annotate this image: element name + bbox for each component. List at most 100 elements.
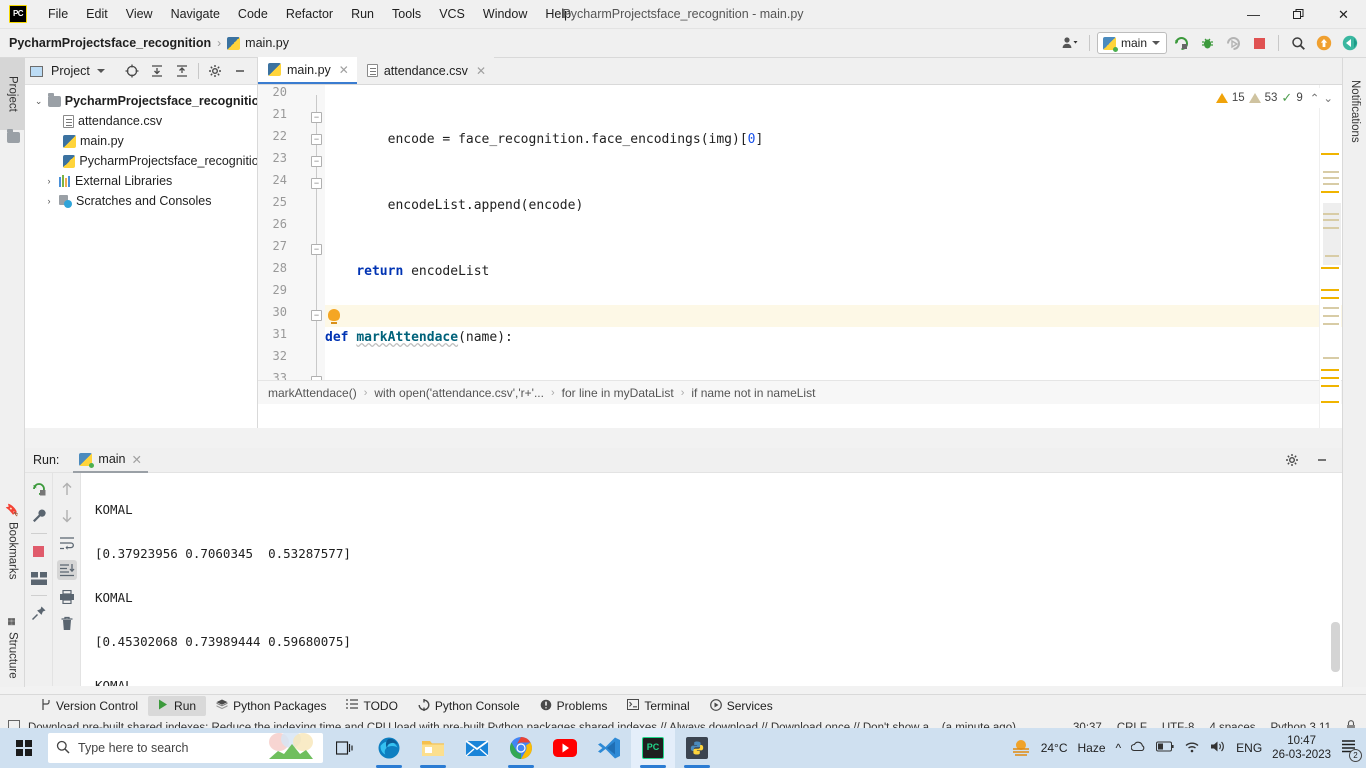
console-output[interactable]: KOMAL [0.37923956 0.7060345 0.53287577] … (81, 473, 1342, 686)
hide-panel-icon[interactable] (1310, 449, 1334, 471)
fold-marker[interactable]: − (311, 244, 322, 255)
fold-marker[interactable]: − (311, 156, 322, 167)
console-scrollbar[interactable] (1331, 622, 1340, 672)
tool-tab-terminal[interactable]: Terminal (617, 696, 699, 716)
rerun-icon[interactable] (29, 479, 49, 499)
down-arrow-icon[interactable] (57, 506, 77, 526)
fold-marker[interactable]: − (311, 134, 322, 145)
close-icon[interactable]: ✕ (132, 452, 142, 467)
scroll-to-end-icon[interactable] (56, 560, 77, 580)
tree-item-project-root[interactable]: ⌄ PycharmProjectsface_recognition (25, 91, 257, 111)
tree-item-project-py[interactable]: PycharmProjectsface_recognition (25, 151, 257, 171)
chevron-down-icon[interactable]: ⌄ (33, 96, 44, 107)
pycharm-icon[interactable]: PC (631, 728, 675, 768)
sidebar-tab-notifications[interactable]: Notifications (1343, 64, 1366, 158)
search-input[interactable]: Type here to search (48, 733, 323, 763)
vscode-icon[interactable] (587, 728, 631, 768)
battery-icon[interactable] (1156, 741, 1174, 755)
edge-icon[interactable] (367, 728, 411, 768)
windows-start-icon[interactable] (0, 728, 48, 768)
sidebar-tab-bookmarks[interactable]: 🔖 Bookmarks (0, 498, 25, 584)
breadcrumb-item-3[interactable]: if name not in nameList (691, 386, 815, 400)
expand-all-icon[interactable] (145, 60, 169, 82)
sidebar-tab-project[interactable]: Project (0, 58, 25, 130)
breadcrumb-item-0[interactable]: markAttendace() (268, 386, 357, 400)
weather-temperature[interactable]: 24°C (1041, 741, 1068, 755)
search-icon[interactable] (1286, 32, 1310, 54)
menu-view[interactable]: View (117, 3, 162, 25)
menu-refactor[interactable]: Refactor (277, 3, 342, 25)
chevron-down-icon[interactable] (96, 69, 105, 73)
tree-item-scratches[interactable]: › Scratches and Consoles (25, 191, 257, 211)
wrench-icon[interactable] (29, 506, 49, 526)
fold-marker[interactable]: − (311, 178, 322, 189)
run-tab-main[interactable]: main ✕ (73, 448, 148, 473)
close-button[interactable]: ✕ (1321, 0, 1366, 29)
volume-icon[interactable] (1210, 740, 1226, 756)
clock[interactable]: 10:47 26-03-2023 (1272, 734, 1331, 762)
select-opened-file-icon[interactable] (120, 60, 144, 82)
editor-gutter[interactable]: 20 21 22 23 24 25 26 27 28 29 30 31 32 3… (258, 85, 340, 404)
menu-help[interactable]: Help (536, 3, 580, 25)
chrome-icon[interactable] (499, 728, 543, 768)
editor-tab-attendance-csv[interactable]: attendance.csv ✕ (356, 57, 494, 84)
menu-vcs[interactable]: VCS (430, 3, 474, 25)
run-coverage-icon[interactable] (1221, 32, 1245, 54)
chevron-right-icon[interactable]: › (43, 176, 55, 186)
menu-edit[interactable]: Edit (77, 3, 117, 25)
inspection-widget[interactable]: 15 53 ✓ 9 ⌃ ⌄ (1212, 88, 1336, 108)
gear-icon[interactable] (1280, 449, 1304, 471)
menu-tools[interactable]: Tools (383, 3, 430, 25)
breadcrumb-project-root[interactable]: PycharmProjectsface_recognition (9, 36, 211, 50)
stop-icon[interactable] (1247, 32, 1271, 54)
editor-marker-strip[interactable] (1319, 85, 1341, 428)
print-icon[interactable] (57, 587, 77, 607)
language-indicator[interactable]: ENG (1236, 741, 1262, 755)
tree-item-external-libraries[interactable]: › External Libraries (25, 171, 257, 191)
breadcrumb-file[interactable]: main.py (227, 36, 289, 50)
menu-file[interactable]: File (39, 3, 77, 25)
ide-feature-icon[interactable] (1338, 32, 1362, 54)
run-configuration-selector[interactable]: main (1096, 32, 1167, 54)
tool-tab-services[interactable]: Services (700, 696, 783, 717)
menu-run[interactable]: Run (342, 3, 383, 25)
previous-problem-icon[interactable]: ⌃ (1310, 91, 1320, 105)
tool-tab-version-control[interactable]: Version Control (30, 695, 148, 717)
python-icon[interactable] (675, 728, 719, 768)
tool-tab-python-packages[interactable]: Python Packages (206, 696, 336, 717)
tool-tab-run[interactable]: Run (148, 696, 207, 716)
tool-tab-problems[interactable]: Problems (530, 696, 618, 717)
hide-panel-icon[interactable] (228, 60, 252, 82)
tool-tab-todo[interactable]: TODO (336, 696, 407, 716)
next-problem-icon[interactable]: ⌄ (1323, 91, 1333, 105)
debug-icon[interactable] (1195, 32, 1219, 54)
fold-marker[interactable]: − (311, 112, 322, 123)
update-icon[interactable] (1312, 32, 1336, 54)
run-icon[interactable] (1169, 32, 1193, 54)
onedrive-icon[interactable] (1130, 740, 1146, 757)
gear-icon[interactable] (203, 60, 227, 82)
fold-marker[interactable]: − (311, 310, 322, 321)
sidebar-tab-structure[interactable]: ▦ Structure (0, 603, 25, 693)
breadcrumb-item-1[interactable]: with open('attendance.csv','r+'... (374, 386, 544, 400)
tool-tab-python-console[interactable]: Python Console (408, 696, 530, 717)
wifi-icon[interactable] (1184, 740, 1200, 756)
stop-icon[interactable] (29, 541, 49, 561)
pin-icon[interactable] (29, 603, 49, 623)
menu-window[interactable]: Window (474, 3, 536, 25)
file-explorer-icon[interactable] (411, 728, 455, 768)
tree-item-main-py[interactable]: main.py (25, 131, 257, 151)
menu-navigate[interactable]: Navigate (162, 3, 229, 25)
layout-icon[interactable] (29, 568, 49, 588)
menu-code[interactable]: Code (229, 3, 277, 25)
close-icon[interactable]: ✕ (339, 63, 349, 77)
collapse-all-icon[interactable] (170, 60, 194, 82)
task-view-icon[interactable] (323, 728, 367, 768)
editor-tab-main-py[interactable]: main.py ✕ (258, 57, 357, 84)
tree-item-attendance-csv[interactable]: attendance.csv (25, 111, 257, 131)
code-editor[interactable]: 20 21 22 23 24 25 26 27 28 29 30 31 32 3… (258, 85, 1342, 404)
account-icon[interactable] (1058, 32, 1082, 54)
code-content[interactable]: encode = face_recognition.face_encodings… (325, 85, 1342, 404)
soft-wrap-icon[interactable] (57, 533, 77, 553)
up-arrow-icon[interactable] (57, 479, 77, 499)
